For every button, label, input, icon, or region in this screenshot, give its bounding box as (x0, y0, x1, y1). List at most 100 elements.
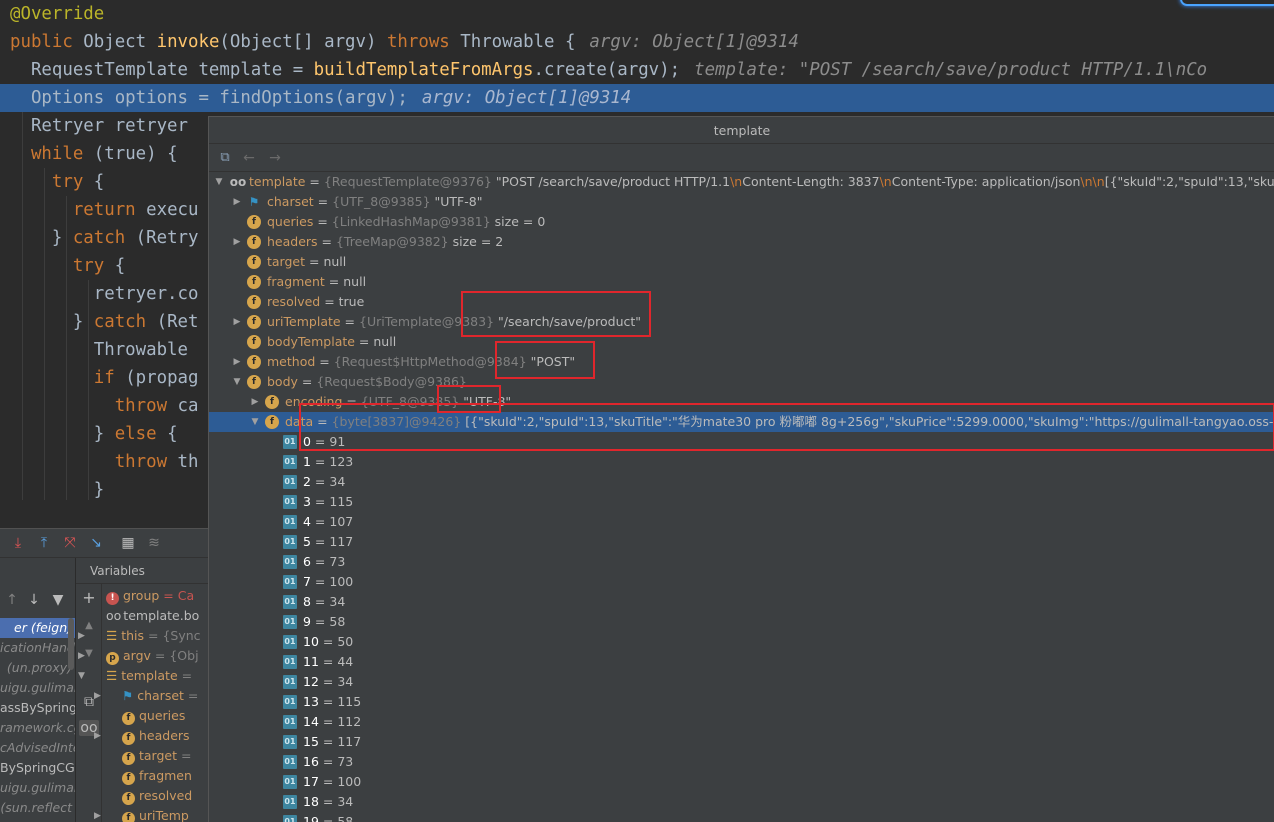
frame-item[interactable]: (un.proxy) (0, 658, 75, 678)
array-element-row[interactable]: 01 6 = 73 (209, 552, 1274, 572)
expand-arrow-icon[interactable]: ▼ (249, 412, 261, 432)
tree-row-template[interactable]: ▼ oo template = {RequestTemplate@9376} "PO… (209, 172, 1274, 192)
variable-row[interactable]: f queries (122, 706, 185, 726)
variable-row[interactable]: f fragmen (122, 766, 192, 786)
code-line[interactable]: @Override (0, 0, 1274, 28)
variable-row[interactable]: f resolved (122, 786, 192, 806)
array-element-row[interactable]: 01 2 = 34 (209, 472, 1274, 492)
variable-row[interactable]: ▶ ☰ this = {Sync (78, 626, 201, 646)
save-to-watches-icon[interactable]: ⧉ (217, 150, 233, 166)
expand-arrow-icon[interactable]: ▼ (231, 372, 243, 392)
expand-arrow-icon[interactable]: ▶ (94, 806, 101, 822)
frame-item[interactable]: uigu.gulimall. (0, 778, 75, 798)
frame-item[interactable]: icationHandler (0, 638, 75, 658)
frame-item[interactable]: cAdvisedInter (0, 738, 75, 758)
arrow-down-icon[interactable]: ↓ (26, 592, 42, 608)
variable-row[interactable]: ▶ f uriTemp (94, 806, 189, 822)
variable-row[interactable]: ! group = Ca (106, 586, 194, 606)
expand-arrow-icon[interactable]: ▶ (78, 626, 85, 646)
array-element-row[interactable]: 01 0 = 91 (209, 432, 1274, 452)
array-element-row[interactable]: 01 17 = 100 (209, 772, 1274, 792)
variable-row[interactable]: ▶ ⚑ charset = (94, 686, 198, 706)
template-inspect-popup[interactable]: template ⧉ ← → ▼ oo template = {RequestTem… (208, 116, 1274, 822)
tree-row-data[interactable]: ▼ f data = {byte[3837]@9426} [{"skuId":2,"… (209, 412, 1274, 432)
variable-row[interactable]: f target = (122, 746, 191, 766)
tree-row-resolved[interactable]: f resolved = true (209, 292, 1274, 312)
field-icon: f (247, 315, 261, 329)
array-element-icon: 01 (283, 695, 297, 709)
field-icon: f (265, 395, 279, 409)
code-line[interactable]: Options options = findOptions(argv); argv… (0, 84, 1274, 112)
array-element-icon: 01 (283, 595, 297, 609)
field-icon: f (247, 255, 261, 269)
frame-item[interactable]: er (feign) (0, 618, 75, 638)
frame-item[interactable]: ramework.cg (0, 718, 75, 738)
array-element-row[interactable]: 01 9 = 58 (209, 612, 1274, 632)
variable-row[interactable]: oo template.bo (106, 606, 199, 626)
plus-icon[interactable]: + (81, 590, 97, 606)
tree-row-method[interactable]: ▶ f method = {Request$HttpMethod@9384} "PO… (209, 352, 1274, 372)
variable-row[interactable]: ▶ f headers (94, 726, 190, 746)
forward-arrow-icon[interactable]: → (267, 150, 283, 166)
array-element-row[interactable]: 01 7 = 100 (209, 572, 1274, 592)
array-element-row[interactable]: 01 16 = 73 (209, 752, 1274, 772)
inline-debug-value: argv: Object[1]@9314 (589, 32, 799, 52)
tree-row-encoding[interactable]: ▶ f encoding = {UTF_8@9385} "UTF-8" (209, 392, 1274, 412)
arrow-up-icon[interactable]: ↑ (4, 592, 20, 608)
expand-arrow-icon[interactable]: ▶ (231, 312, 243, 332)
tree-row-bodyTemplate[interactable]: f bodyTemplate = null (209, 332, 1274, 352)
expand-arrow-icon[interactable]: ▼ (78, 666, 85, 686)
trace-icon[interactable]: ≋ (146, 535, 162, 551)
drop-frame-icon[interactable]: ⤧ (62, 535, 78, 551)
evaluate-expression-icon[interactable]: ▦ (120, 535, 136, 551)
frames-scrollbar[interactable] (68, 618, 74, 670)
expand-arrow-icon[interactable]: ▶ (249, 392, 261, 412)
array-element-row[interactable]: 01 13 = 115 (209, 692, 1274, 712)
run-to-cursor-icon[interactable]: ↘ (88, 535, 104, 551)
tree-row-target[interactable]: f target = null (209, 252, 1274, 272)
code-line[interactable]: RequestTemplate template = buildTemplate… (0, 56, 1274, 84)
tree-row-uriTemplate[interactable]: ▶ f uriTemplate = {UriTemplate@9383} "/sea… (209, 312, 1274, 332)
array-element-row[interactable]: 01 14 = 112 (209, 712, 1274, 732)
code-line[interactable]: public Object invoke(Object[] argv) thro… (0, 28, 1274, 56)
frame-item[interactable]: assBySpringC (0, 698, 75, 718)
array-element-row[interactable]: 01 1 = 123 (209, 452, 1274, 472)
tree-row-headers[interactable]: ▶ f headers = {TreeMap@9382} size = 2 (209, 232, 1274, 252)
array-element-row[interactable]: 01 5 = 117 (209, 532, 1274, 552)
array-element-row[interactable]: 01 19 = 58 (209, 812, 1274, 822)
variable-row[interactable]: ▼ ☰ template = (78, 666, 192, 686)
frame-item[interactable]: (sun.reflect (0, 798, 75, 818)
indent-guide (44, 168, 45, 500)
frame-item[interactable]: BySpringCGLIE (0, 758, 75, 778)
expand-arrow-icon[interactable]: ▶ (78, 646, 85, 666)
tree-row-queries[interactable]: f queries = {LinkedHashMap@9381} size = 0 (209, 212, 1274, 232)
tree-row-text: charset = {UTF_8@9385} "UTF-8" (267, 194, 483, 209)
array-element-row[interactable]: 01 4 = 107 (209, 512, 1274, 532)
expand-arrow-icon[interactable]: ▶ (231, 352, 243, 372)
expand-arrow-icon[interactable]: ▶ (231, 232, 243, 252)
popup-title[interactable]: template (209, 117, 1274, 144)
array-element-row[interactable]: 01 12 = 34 (209, 672, 1274, 692)
array-element-row[interactable]: 01 15 = 117 (209, 732, 1274, 752)
expand-arrow-icon[interactable]: ▼ (213, 172, 225, 192)
variable-row[interactable]: ▶ p argv = {Obj (78, 646, 199, 666)
array-element-row[interactable]: 01 10 = 50 (209, 632, 1274, 652)
filter-icon[interactable]: ▼ (50, 592, 66, 608)
frame-item[interactable]: uigu.gulimall.p (0, 678, 75, 698)
tree-row-charset[interactable]: ▶ ⚑ charset = {UTF_8@9385} "UTF-8" (209, 192, 1274, 212)
tree-row-fragment[interactable]: f fragment = null (209, 272, 1274, 292)
expand-arrow-icon[interactable]: ▶ (94, 726, 101, 746)
tree-row-body[interactable]: ▼ f body = {Request$Body@9386} (209, 372, 1274, 392)
step-out-icon[interactable]: ⤒ (36, 535, 52, 551)
tree-row-text: method = {Request$HttpMethod@9384} "POST… (267, 354, 576, 369)
expand-arrow-icon[interactable]: ▶ (231, 192, 243, 212)
array-element-row[interactable]: 01 3 = 115 (209, 492, 1274, 512)
array-element-row[interactable]: 01 8 = 34 (209, 592, 1274, 612)
array-element-row[interactable]: 01 18 = 34 (209, 792, 1274, 812)
back-arrow-icon[interactable]: ← (241, 150, 257, 166)
popup-toolbar: ⧉ ← → (209, 144, 1274, 172)
expand-arrow-icon[interactable]: ▶ (94, 686, 101, 706)
step-into-icon[interactable]: ⤓ (10, 535, 26, 551)
array-element-icon: 01 (283, 755, 297, 769)
array-element-row[interactable]: 01 11 = 44 (209, 652, 1274, 672)
